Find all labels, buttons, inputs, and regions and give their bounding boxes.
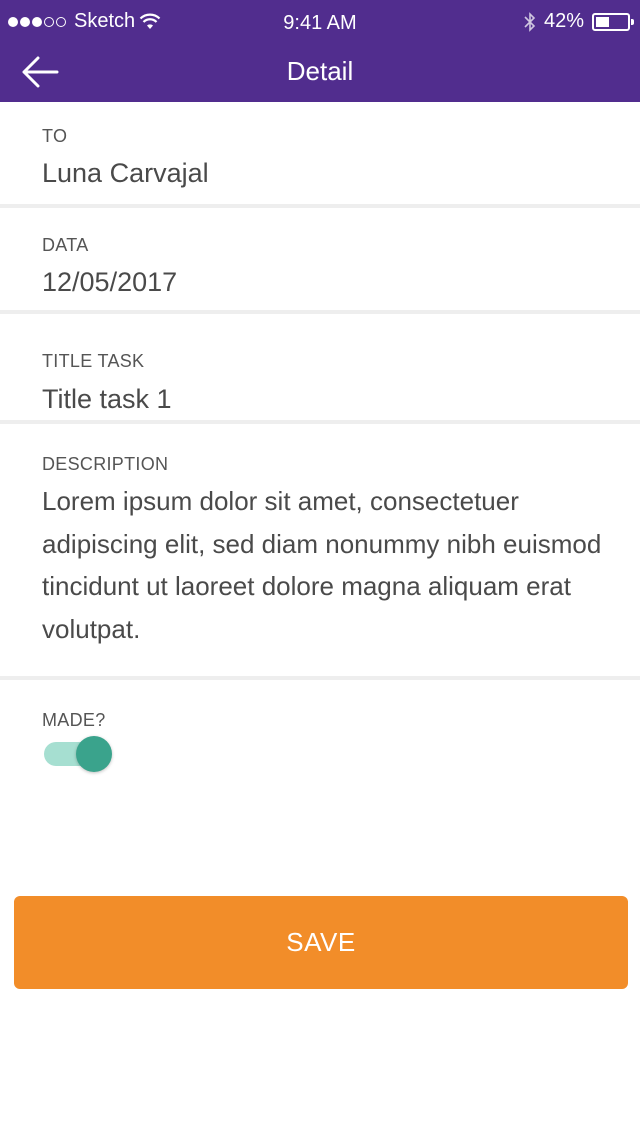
field-data[interactable]: DATA 12/05/2017 bbox=[0, 208, 640, 312]
toggle-knob bbox=[76, 736, 112, 772]
battery-percent: 42% bbox=[543, 10, 584, 32]
nav-bar: Detail bbox=[0, 44, 640, 102]
page-title: Detail bbox=[286, 56, 354, 86]
field-data-label: DATA bbox=[42, 235, 89, 255]
field-title-task[interactable]: TITLE TASK Title task 1 bbox=[0, 314, 640, 420]
bluetooth-icon bbox=[524, 11, 536, 32]
app-header: Sketch 9:41 AM 42% Detail bbox=[0, 0, 640, 102]
field-to[interactable]: TO Luna Carvajal bbox=[0, 102, 640, 206]
field-title-task-value[interactable]: Title task 1 bbox=[42, 384, 172, 415]
field-to-value[interactable]: Luna Carvajal bbox=[42, 158, 209, 189]
battery-icon bbox=[592, 12, 634, 31]
field-made-label: MADE? bbox=[42, 710, 106, 730]
battery-fill bbox=[596, 16, 609, 27]
field-data-value[interactable]: 12/05/2017 bbox=[42, 267, 177, 298]
field-title-task-label: TITLE TASK bbox=[42, 351, 145, 371]
field-description-value[interactable]: Lorem ipsum dolor sit amet, consectetuer… bbox=[42, 480, 612, 650]
made-toggle[interactable] bbox=[44, 736, 112, 772]
field-to-label: TO bbox=[42, 126, 68, 146]
status-right: 42% bbox=[524, 10, 634, 33]
save-button[interactable]: SAVE bbox=[14, 896, 628, 989]
field-description-label: DESCRIPTION bbox=[42, 454, 169, 474]
status-bar: Sketch 9:41 AM 42% bbox=[0, 0, 640, 44]
